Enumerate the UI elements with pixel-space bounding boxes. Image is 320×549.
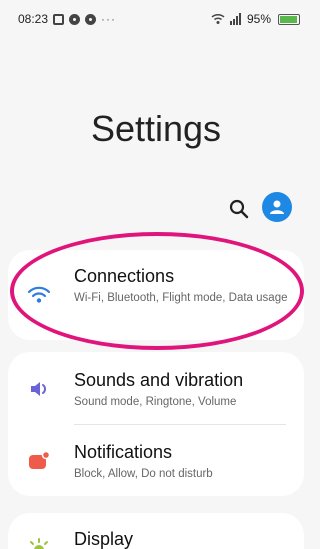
display-title: Display — [74, 529, 134, 549]
notification-dot-icon — [85, 13, 97, 25]
battery-icon — [278, 13, 300, 25]
header: Settings — [0, 38, 312, 238]
account-button[interactable] — [262, 192, 292, 222]
settings-item-connections[interactable]: Connections Wi-Fi, Bluetooth, Flight mod… — [8, 250, 304, 340]
settings-item-notifications[interactable]: Notifications Block, Allow, Do not distu… — [8, 424, 304, 496]
page-title: Settings — [90, 108, 222, 149]
connections-card: Connections Wi-Fi, Bluetooth, Flight mod… — [8, 250, 304, 340]
signal-icon — [229, 13, 241, 25]
account-icon — [270, 200, 284, 214]
status-time: 08:23 — [18, 12, 49, 26]
settings-item-display[interactable]: Display — [8, 513, 304, 549]
notification-dot-icon — [69, 13, 81, 25]
wifi-icon — [211, 13, 225, 24]
connections-title: Connections — [74, 266, 175, 286]
settings-screen: 08:23 ··· 95% Settings Connections Wi-Fi… — [0, 0, 312, 549]
status-left: 08:23 ··· — [18, 12, 116, 26]
more-notifications-icon: ··· — [101, 12, 117, 26]
search-icon[interactable] — [228, 198, 250, 220]
brightness-icon — [30, 538, 48, 549]
notification-icon — [29, 450, 51, 469]
settings-item-sounds[interactable]: Sounds and vibration Sound mode, Rington… — [8, 352, 304, 424]
connections-subtitle: Wi-Fi, Bluetooth, Flight mode, Data usag… — [74, 292, 288, 304]
display-card: Display — [8, 513, 304, 549]
status-right: 95% — [211, 12, 300, 26]
gallery-icon — [53, 13, 65, 25]
sounds-subtitle: Sound mode, Ringtone, Volume — [74, 396, 237, 408]
notifications-subtitle: Block, Allow, Do not disturb — [74, 468, 213, 480]
notifications-title: Notifications — [74, 442, 173, 462]
wifi-icon — [27, 286, 51, 303]
speaker-icon — [31, 382, 46, 396]
sounds-notifications-card: Sounds and vibration Sound mode, Rington… — [8, 352, 304, 496]
battery-percentage: 95% — [246, 12, 271, 26]
status-bar: 08:23 ··· 95% — [0, 0, 312, 38]
sounds-title: Sounds and vibration — [74, 370, 244, 390]
